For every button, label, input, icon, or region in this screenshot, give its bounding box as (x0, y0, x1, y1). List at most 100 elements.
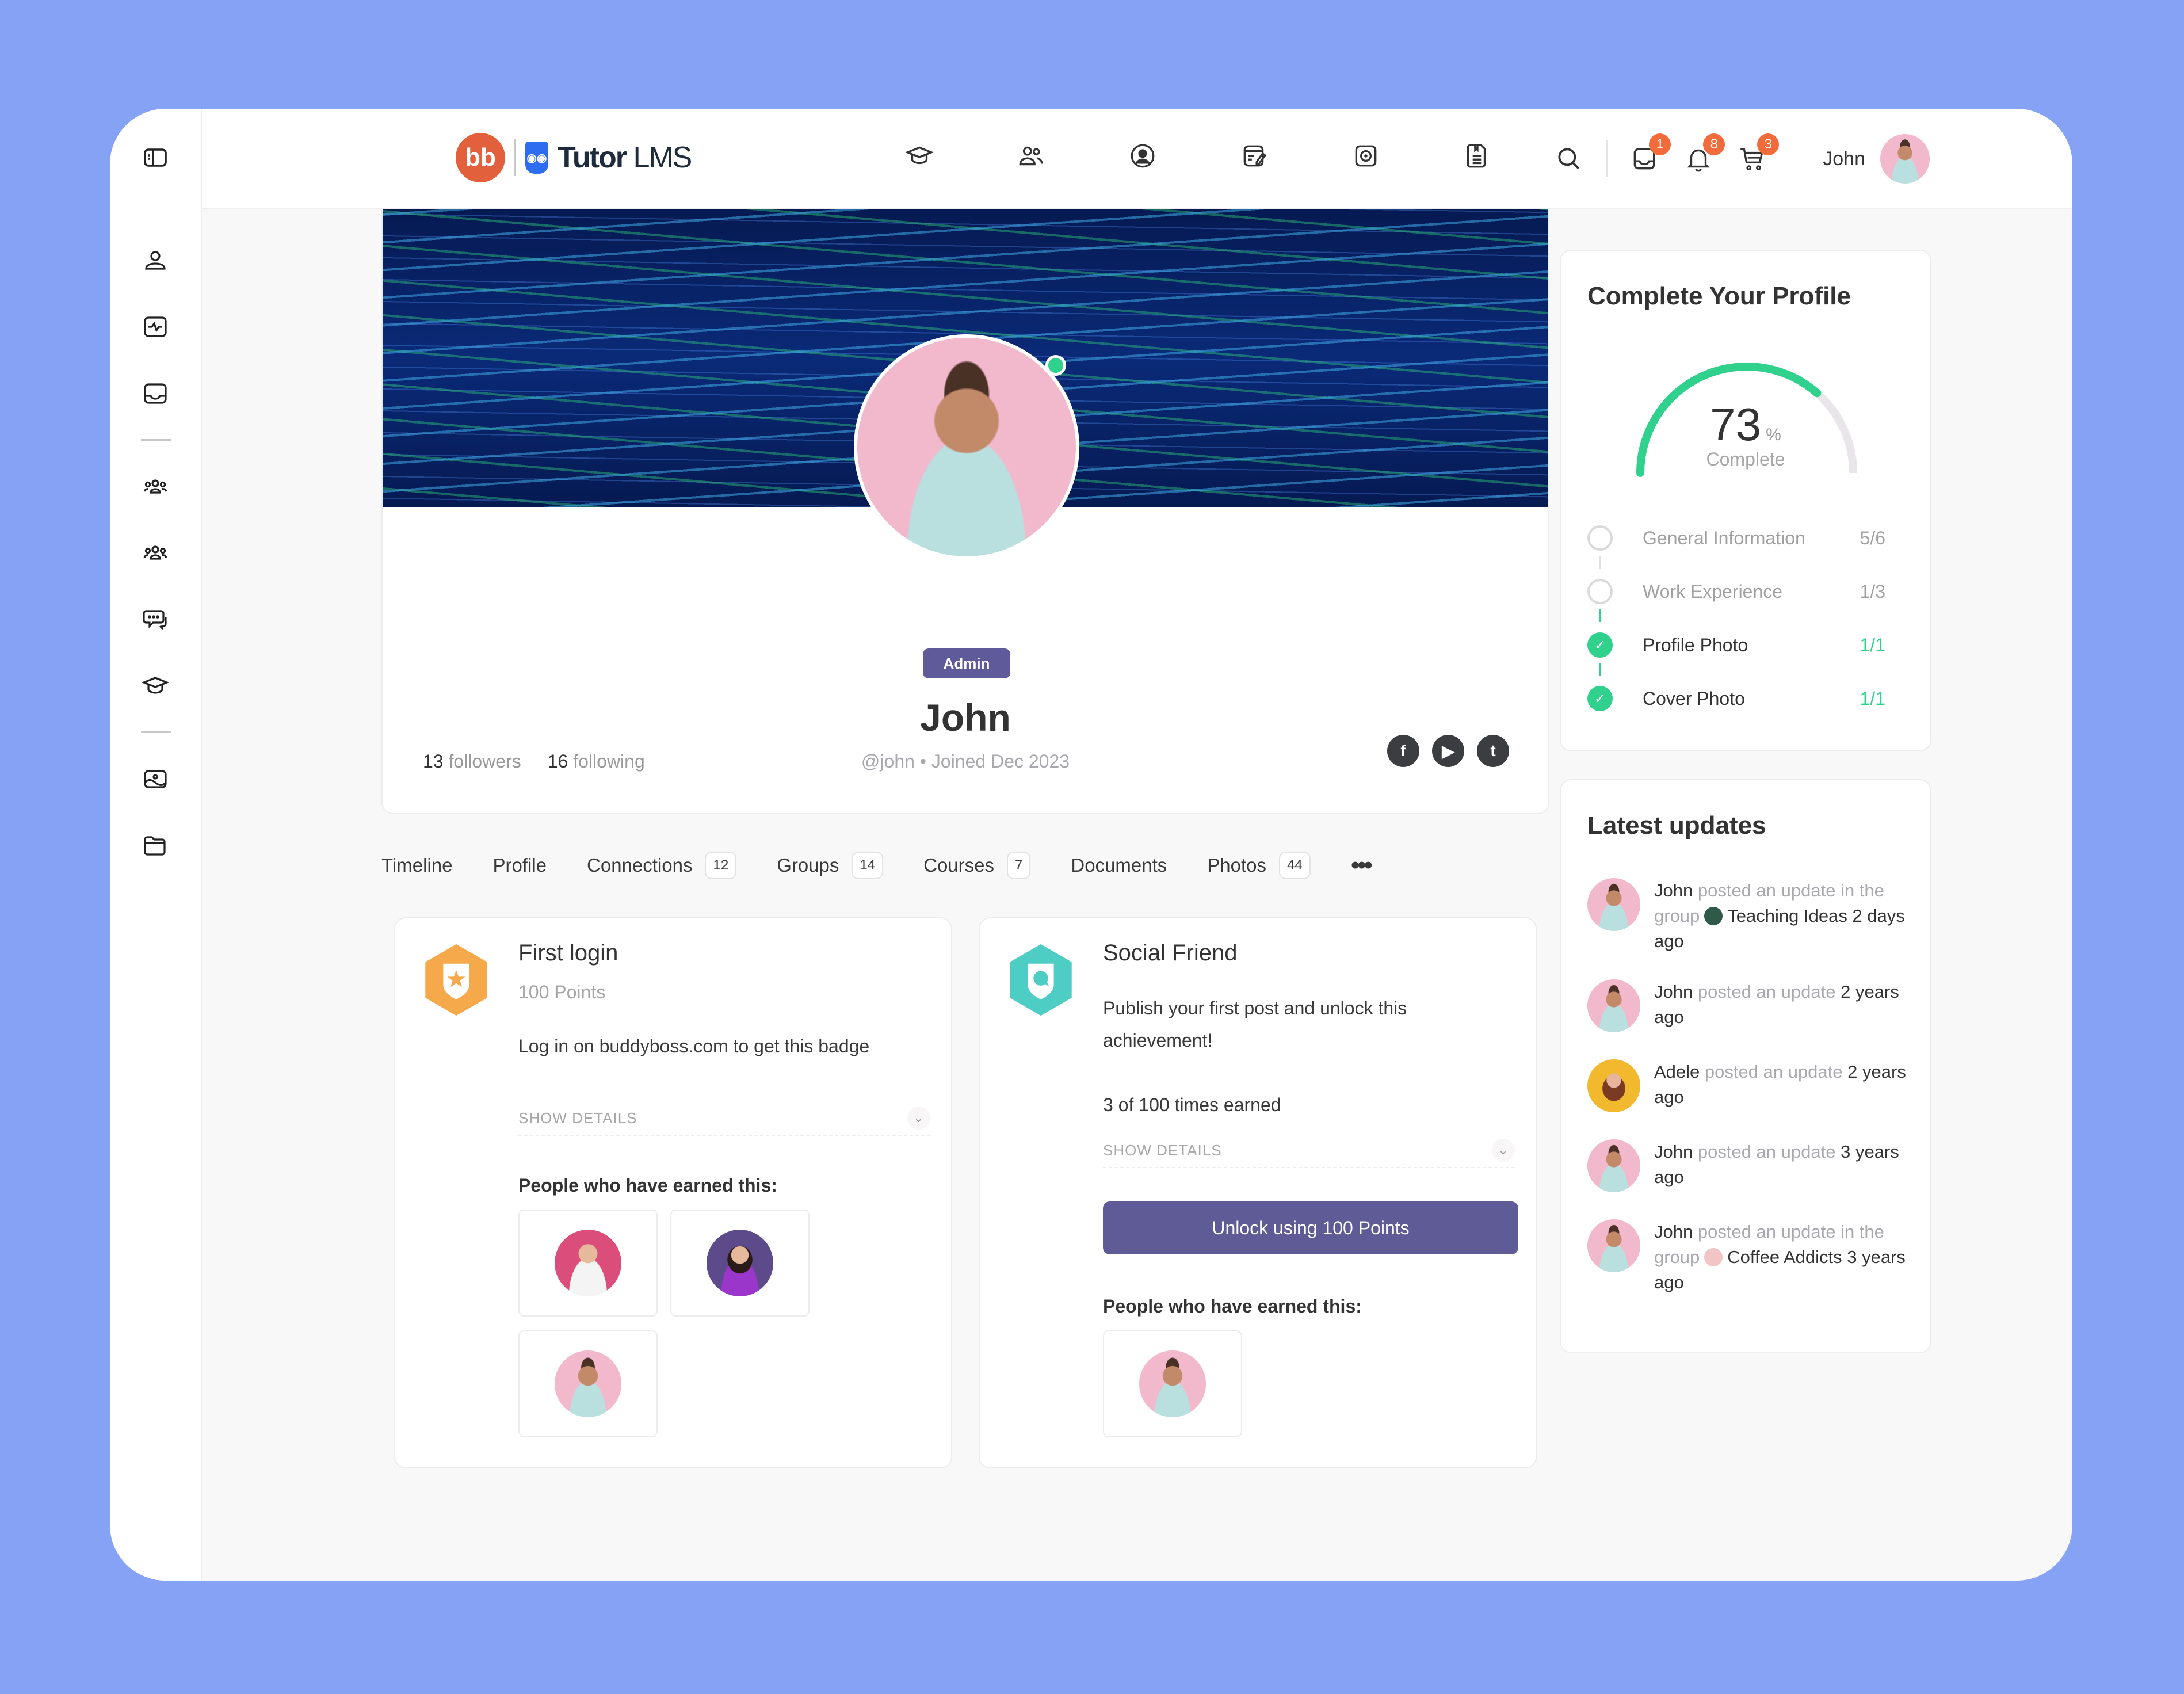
update-user[interactable]: John (1654, 880, 1693, 901)
group-avatar-icon (1704, 1248, 1723, 1266)
tutor-owl-icon: ◉◉ (525, 142, 548, 174)
avatar (707, 1230, 773, 1296)
nav-documents[interactable] (1460, 139, 1495, 173)
following-label: following (573, 751, 645, 772)
main-nav (902, 139, 1495, 173)
update-user[interactable]: John (1654, 982, 1693, 1002)
tab-groups[interactable]: Groups 14 (777, 852, 884, 879)
update-action: posted an update (1704, 1062, 1843, 1082)
nav-courses[interactable] (902, 139, 937, 173)
tab-timeline[interactable]: Timeline (381, 854, 452, 876)
achievement-title: First login (518, 940, 618, 966)
update-group[interactable]: Coffee Addicts (1727, 1247, 1842, 1267)
earner-avatar-card[interactable] (1103, 1330, 1242, 1437)
widget-title: Latest updates (1587, 811, 1766, 840)
percent-sign: % (1766, 425, 1781, 444)
groups-icon (143, 479, 167, 494)
header-user-avatar[interactable] (1880, 134, 1930, 184)
chevron-down-icon: ⌄ (1492, 1139, 1515, 1162)
profile-step[interactable]: ✓ Profile Photo 1/1 (1587, 632, 1885, 658)
header-user-name[interactable]: John (1823, 148, 1865, 170)
sidebar-item-inbox[interactable] (138, 376, 173, 411)
earner-avatar-card[interactable] (518, 1330, 658, 1437)
profile-tabs: Timeline Profile Connections 12 Groups 14 … (381, 851, 1373, 880)
achievement-card: First login 100 Points Log in on buddybo… (394, 917, 952, 1468)
step-label: Work Experience (1643, 581, 1783, 602)
role-badge: Admin (923, 648, 1010, 678)
user-circle-icon (1131, 144, 1155, 168)
photo-frame-icon (1355, 145, 1377, 167)
avatar[interactable] (1587, 1059, 1640, 1112)
update-group[interactable]: Teaching Ideas (1727, 906, 1847, 926)
following-link[interactable]: 16 following (548, 751, 645, 772)
avatar[interactable] (1587, 878, 1640, 931)
app-window: bb ◉◉ Tutor LMS 1 8 3 John Admin John @j… (110, 109, 2072, 1581)
cart-button[interactable]: 3 (1735, 133, 1780, 176)
chevron-down-icon: ⌄ (907, 1107, 930, 1130)
update-text: John posted an update in the group Teachi… (1654, 878, 1907, 954)
search-icon (1558, 148, 1580, 169)
tab-courses[interactable]: Courses 7 (923, 852, 1031, 879)
nav-photos[interactable] (1349, 139, 1383, 173)
avatar (1139, 1350, 1206, 1417)
step-label: Cover Photo (1643, 688, 1745, 709)
sidebar-item-courses[interactable] (138, 669, 173, 703)
notifications-button[interactable]: 8 (1681, 133, 1725, 176)
update-user[interactable]: John (1654, 1222, 1693, 1242)
update-text: John posted an update in the group Coffee… (1654, 1219, 1907, 1295)
sidebar-item-forums[interactable] (138, 602, 173, 636)
photos-icon (144, 770, 167, 788)
activity-icon (144, 316, 167, 337)
facebook-icon[interactable]: f (1387, 735, 1419, 767)
step-progress: 1/1 (1860, 688, 1885, 709)
following-count: 16 (547, 751, 568, 772)
site-logo[interactable]: bb ◉◉ Tutor LMS (456, 133, 692, 182)
messages-button[interactable]: 1 (1627, 133, 1671, 176)
sidebar (110, 109, 202, 1581)
nav-members[interactable] (1014, 139, 1048, 173)
sidebar-item-members[interactable] (138, 536, 173, 570)
earner-avatar-card[interactable] (670, 1210, 810, 1317)
show-details-label: SHOW DETAILS (518, 1109, 637, 1127)
unlock-button[interactable]: Unlock using 100 Points (1103, 1201, 1518, 1254)
followers-label: followers (448, 751, 521, 772)
buddyboss-logo: bb (456, 133, 505, 182)
tab-documents[interactable]: Documents (1071, 854, 1167, 876)
profile-step[interactable]: General Information 5/6 (1587, 525, 1885, 551)
twitter-icon[interactable]: t (1477, 735, 1509, 767)
profile-step[interactable]: Work Experience 1/3 (1587, 578, 1885, 605)
show-details-toggle[interactable]: SHOW DETAILS ⌄ (518, 1101, 930, 1136)
update-action: posted an update (1697, 1142, 1836, 1162)
earner-avatar-card[interactable] (518, 1210, 658, 1317)
youtube-icon[interactable]: ▶ (1432, 735, 1464, 767)
sidebar-item-documents[interactable] (138, 828, 173, 863)
update-user[interactable]: John (1654, 1142, 1693, 1162)
nav-profile[interactable] (1125, 139, 1160, 173)
sidebar-item-groups[interactable] (138, 470, 173, 504)
sidebar-item-profile[interactable] (138, 243, 173, 278)
tab-profile[interactable]: Profile (492, 854, 547, 876)
tab-count: 14 (852, 852, 884, 879)
tab-photos[interactable]: Photos 44 (1207, 852, 1311, 879)
step-connector (1599, 556, 1601, 569)
avatar[interactable] (1587, 1219, 1640, 1272)
graduation-cap-icon (905, 146, 934, 165)
avatar[interactable] (1587, 979, 1640, 1032)
followers-link[interactable]: 13 followers (423, 751, 521, 772)
avatar[interactable] (1587, 1139, 1640, 1192)
inbox-icon (144, 383, 167, 404)
sidebar-toggle-icon[interactable] (138, 140, 173, 175)
group-avatar-icon (1704, 907, 1723, 925)
progress-label: Complete (1706, 449, 1785, 470)
tab-connections[interactable]: Connections 12 (587, 852, 737, 879)
earned-by-label: People who have earned this: (1103, 1296, 1362, 1317)
profile-step[interactable]: ✓ Cover Photo 1/1 (1587, 685, 1885, 712)
show-details-toggle[interactable]: SHOW DETAILS ⌄ (1103, 1134, 1515, 1168)
search-button[interactable] (1552, 142, 1586, 176)
nav-blog[interactable] (1237, 139, 1272, 173)
earned-by-label: People who have earned this: (518, 1175, 777, 1196)
update-user[interactable]: Adele (1654, 1062, 1700, 1082)
sidebar-item-photos[interactable] (138, 762, 173, 796)
more-tabs-icon[interactable]: ••• (1351, 851, 1373, 880)
sidebar-item-activity[interactable] (138, 310, 173, 344)
